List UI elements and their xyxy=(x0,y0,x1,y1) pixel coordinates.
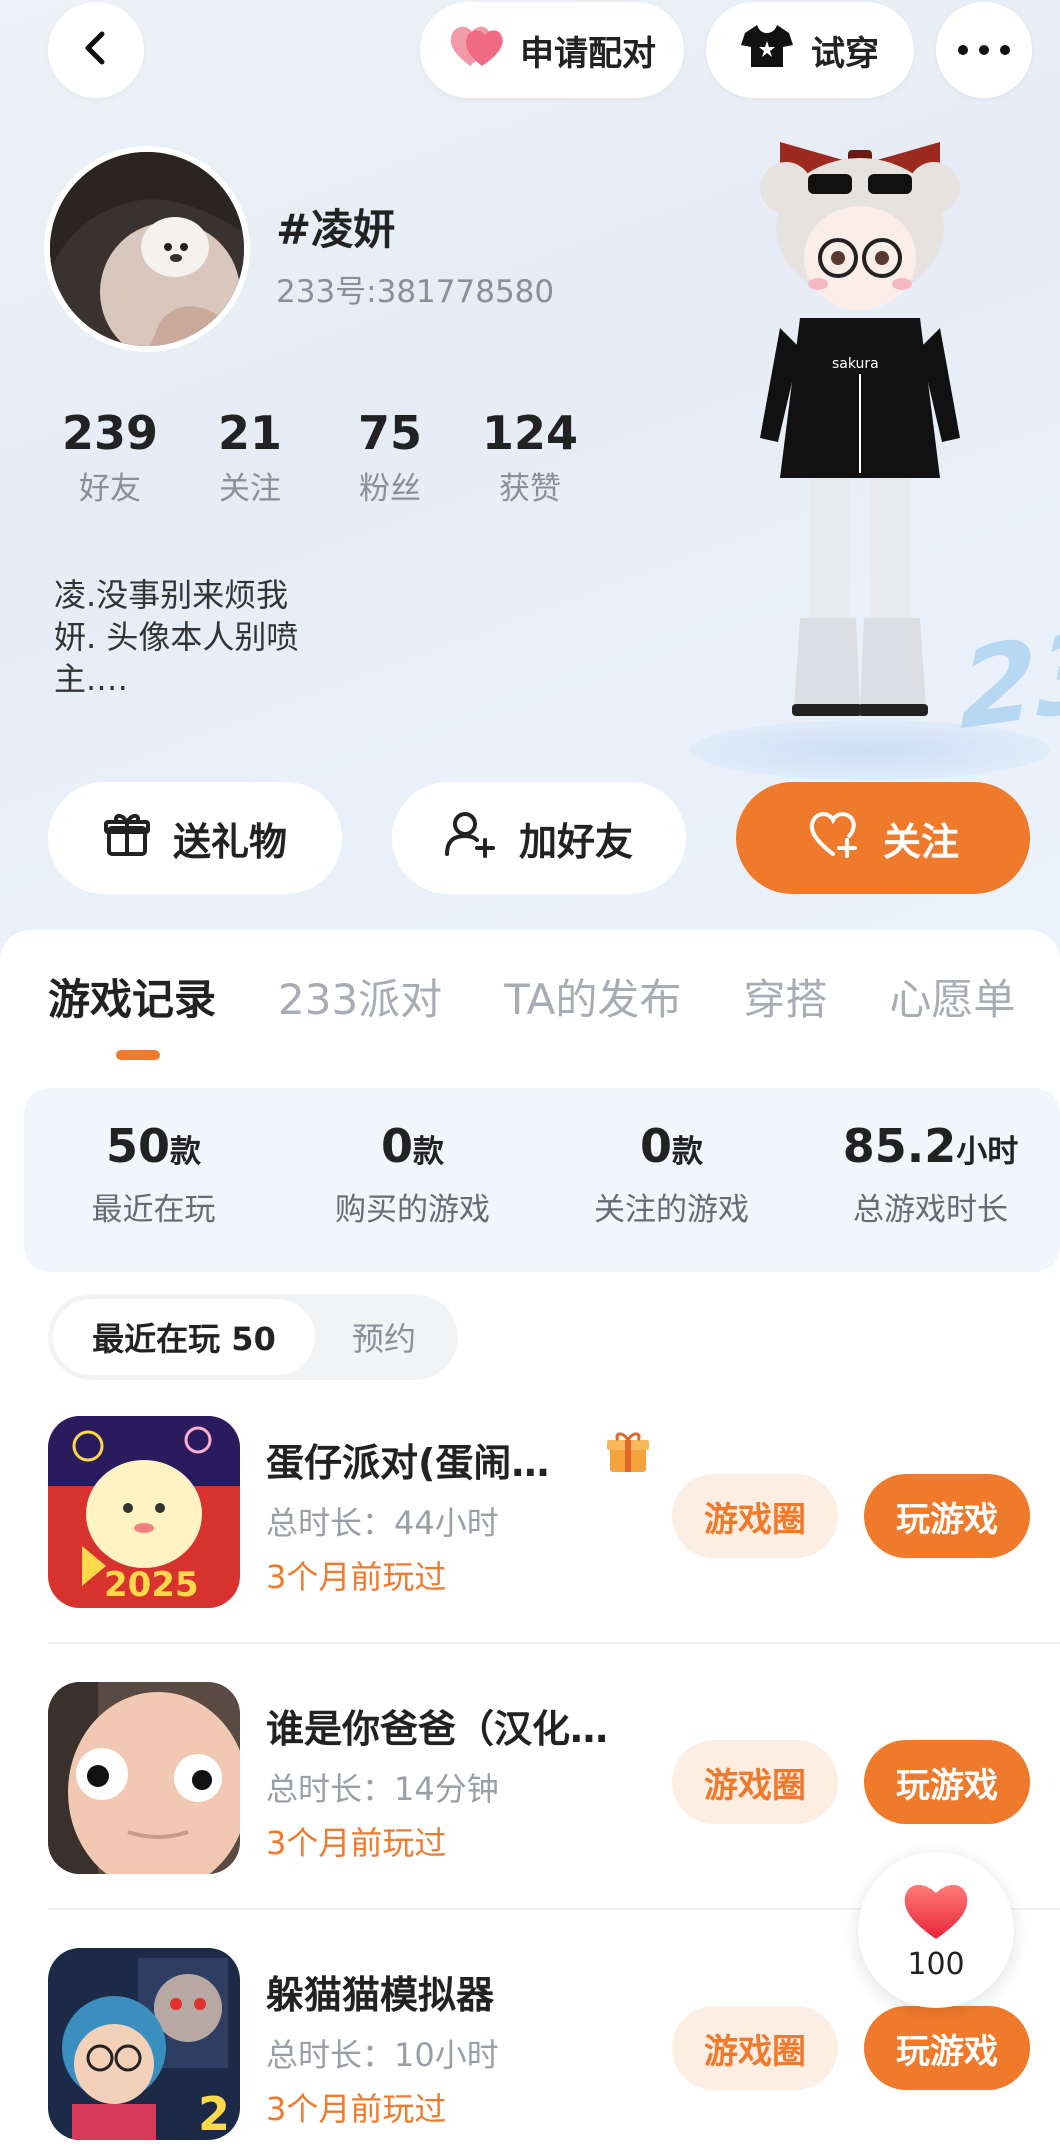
add-user-icon xyxy=(444,810,497,867)
tab-outfits[interactable]: 穿搭 xyxy=(743,970,827,1030)
bio[interactable]: 凌.没事别来烦我 妍. 头像本人别喷 主.… xyxy=(54,574,354,700)
try-on-button[interactable]: 试穿 xyxy=(706,2,914,98)
summary-unit: 小时 xyxy=(956,1134,1019,1170)
game-last-played: 3个月前玩过 xyxy=(266,1558,447,1596)
game-circle-button[interactable]: 游戏圈 xyxy=(672,1474,838,1558)
stat-label: 粉丝 xyxy=(359,471,421,507)
summary-unit: 款 xyxy=(413,1134,444,1170)
add-friend-label: 加好友 xyxy=(518,819,633,864)
game-duration: 总时长：44小时 xyxy=(266,1504,499,1542)
summary-purchased[interactable]: 0款 购买的游戏 xyxy=(283,1088,542,1272)
summary-value: 0 xyxy=(639,1119,672,1173)
game-filter-segment: 最近在玩 50 预约 xyxy=(48,1294,458,1380)
stat-fans[interactable]: 75 粉丝 xyxy=(320,400,460,512)
bio-line: 主.… xyxy=(54,660,129,698)
tab-wishlist[interactable]: 心愿单 xyxy=(889,970,1015,1030)
like-count: 100 xyxy=(907,1946,965,1982)
summary-label: 最近在玩 xyxy=(91,1192,216,1228)
stat-value: 239 xyxy=(61,406,159,460)
user-id: 233号:381778580 xyxy=(276,274,555,310)
game-duration: 总时长：10小时 xyxy=(266,2036,499,2074)
apply-pair-label: 申请配对 xyxy=(520,33,656,74)
segment-recent[interactable]: 最近在玩 50 xyxy=(53,1299,315,1375)
game-list-item[interactable]: 2025 蛋仔派对(蛋闹… 总时长：44小时 3个月前玩过 游戏圈 玩游戏 xyxy=(48,1416,1060,1612)
svg-text:2025: 2025 xyxy=(104,1565,199,1605)
heart-plus-icon xyxy=(807,810,861,867)
gift-badge-icon[interactable] xyxy=(604,1428,652,1486)
more-button[interactable] xyxy=(936,2,1032,98)
username: #凌妍 xyxy=(276,205,396,254)
segment-reserve[interactable]: 预约 xyxy=(315,1314,453,1360)
like-float-button[interactable]: 100 xyxy=(858,1852,1014,2008)
game-last-played: 3个月前玩过 xyxy=(266,2090,447,2128)
game-duration: 总时长：14分钟 xyxy=(266,1770,499,1808)
summary-value: 50 xyxy=(105,1119,170,1173)
follow-button[interactable]: 关注 xyxy=(736,782,1030,894)
game-list-item[interactable]: 谁是你爸爸（汉化… 总时长：14分钟 3个月前玩过 游戏圈 玩游戏 xyxy=(48,1682,1060,1878)
summary-unit: 款 xyxy=(170,1134,201,1170)
summary-unit: 款 xyxy=(672,1134,703,1170)
more-icon xyxy=(957,41,1011,60)
game-icon[interactable]: 2 xyxy=(48,1948,240,2140)
heart-icon xyxy=(901,1879,971,1945)
active-tab-indicator xyxy=(116,1050,160,1060)
summary-followed[interactable]: 0款 关注的游戏 xyxy=(542,1088,801,1272)
game-title: 躲猫猫模拟器 xyxy=(266,1973,495,2017)
game-title: 谁是你爸爸（汉化… xyxy=(266,1707,609,1751)
gift-icon xyxy=(103,810,151,867)
game-icon[interactable] xyxy=(48,1682,240,1874)
summary-label: 购买的游戏 xyxy=(335,1192,490,1228)
summary-label: 总游戏时长 xyxy=(853,1192,1008,1228)
profile-header: 233 申请配对 试穿 #凌妍 233号:381778580 239 好友 21… xyxy=(0,0,1060,960)
stat-value: 75 xyxy=(357,406,422,460)
play-game-button[interactable]: 玩游戏 xyxy=(864,2006,1030,2090)
tshirt-icon xyxy=(741,23,793,78)
back-button[interactable] xyxy=(48,2,144,98)
summary-label: 关注的游戏 xyxy=(594,1192,749,1228)
summary-value: 0 xyxy=(380,1119,413,1173)
divider xyxy=(48,1642,1060,1644)
try-on-label: 试穿 xyxy=(811,33,879,74)
send-gift-button[interactable]: 送礼物 xyxy=(48,782,342,894)
profile-stats: 239 好友 21 关注 75 粉丝 124 获赞 xyxy=(40,400,600,512)
avatar-character[interactable]: sakura xyxy=(740,118,980,738)
stat-following[interactable]: 21 关注 xyxy=(180,400,320,512)
game-icon[interactable]: 2025 xyxy=(48,1416,240,1608)
svg-text:sakura: sakura xyxy=(832,356,879,372)
follow-label: 关注 xyxy=(882,819,959,864)
avatar[interactable] xyxy=(44,146,250,352)
stat-label: 获赞 xyxy=(499,471,561,507)
tab-posts[interactable]: TA的发布 xyxy=(504,970,681,1030)
svg-text:2: 2 xyxy=(198,2087,230,2140)
game-summary: 50款 最近在玩 0款 购买的游戏 0款 关注的游戏 85.2小时 总游戏时长 xyxy=(24,1088,1060,1272)
game-circle-button[interactable]: 游戏圈 xyxy=(672,2006,838,2090)
tab-233-party[interactable]: 233派对 xyxy=(278,970,442,1030)
stat-friends[interactable]: 239 好友 xyxy=(40,400,180,512)
summary-value: 85.2 xyxy=(842,1119,957,1173)
send-gift-label: 送礼物 xyxy=(172,819,287,864)
summary-total-time: 85.2小时 总游戏时长 xyxy=(801,1088,1060,1272)
game-title: 蛋仔派对(蛋闹… xyxy=(266,1441,550,1485)
summary-recent[interactable]: 50款 最近在玩 xyxy=(24,1088,283,1272)
stat-label: 关注 xyxy=(219,471,281,507)
chevron-left-icon xyxy=(76,28,116,72)
apply-pair-button[interactable]: 申请配对 xyxy=(420,2,684,98)
stat-likes[interactable]: 124 获赞 xyxy=(460,400,600,512)
profile-tabs: 游戏记录 233派对 TA的发布 穿搭 心愿单 xyxy=(48,970,1060,1030)
play-game-button[interactable]: 玩游戏 xyxy=(864,1740,1030,1824)
stat-value: 21 xyxy=(217,406,282,460)
bio-line: 凌.没事别来烦我 xyxy=(54,576,289,614)
game-circle-button[interactable]: 游戏圈 xyxy=(672,1740,838,1824)
stat-label: 好友 xyxy=(79,471,141,507)
add-friend-button[interactable]: 加好友 xyxy=(392,782,686,894)
play-game-button[interactable]: 玩游戏 xyxy=(864,1474,1030,1558)
game-last-played: 3个月前玩过 xyxy=(266,1824,447,1862)
tab-game-records[interactable]: 游戏记录 xyxy=(48,970,216,1030)
stat-value: 124 xyxy=(481,406,579,460)
heart-icon xyxy=(448,22,506,79)
bio-line: 妍. 头像本人别喷 xyxy=(54,618,299,656)
